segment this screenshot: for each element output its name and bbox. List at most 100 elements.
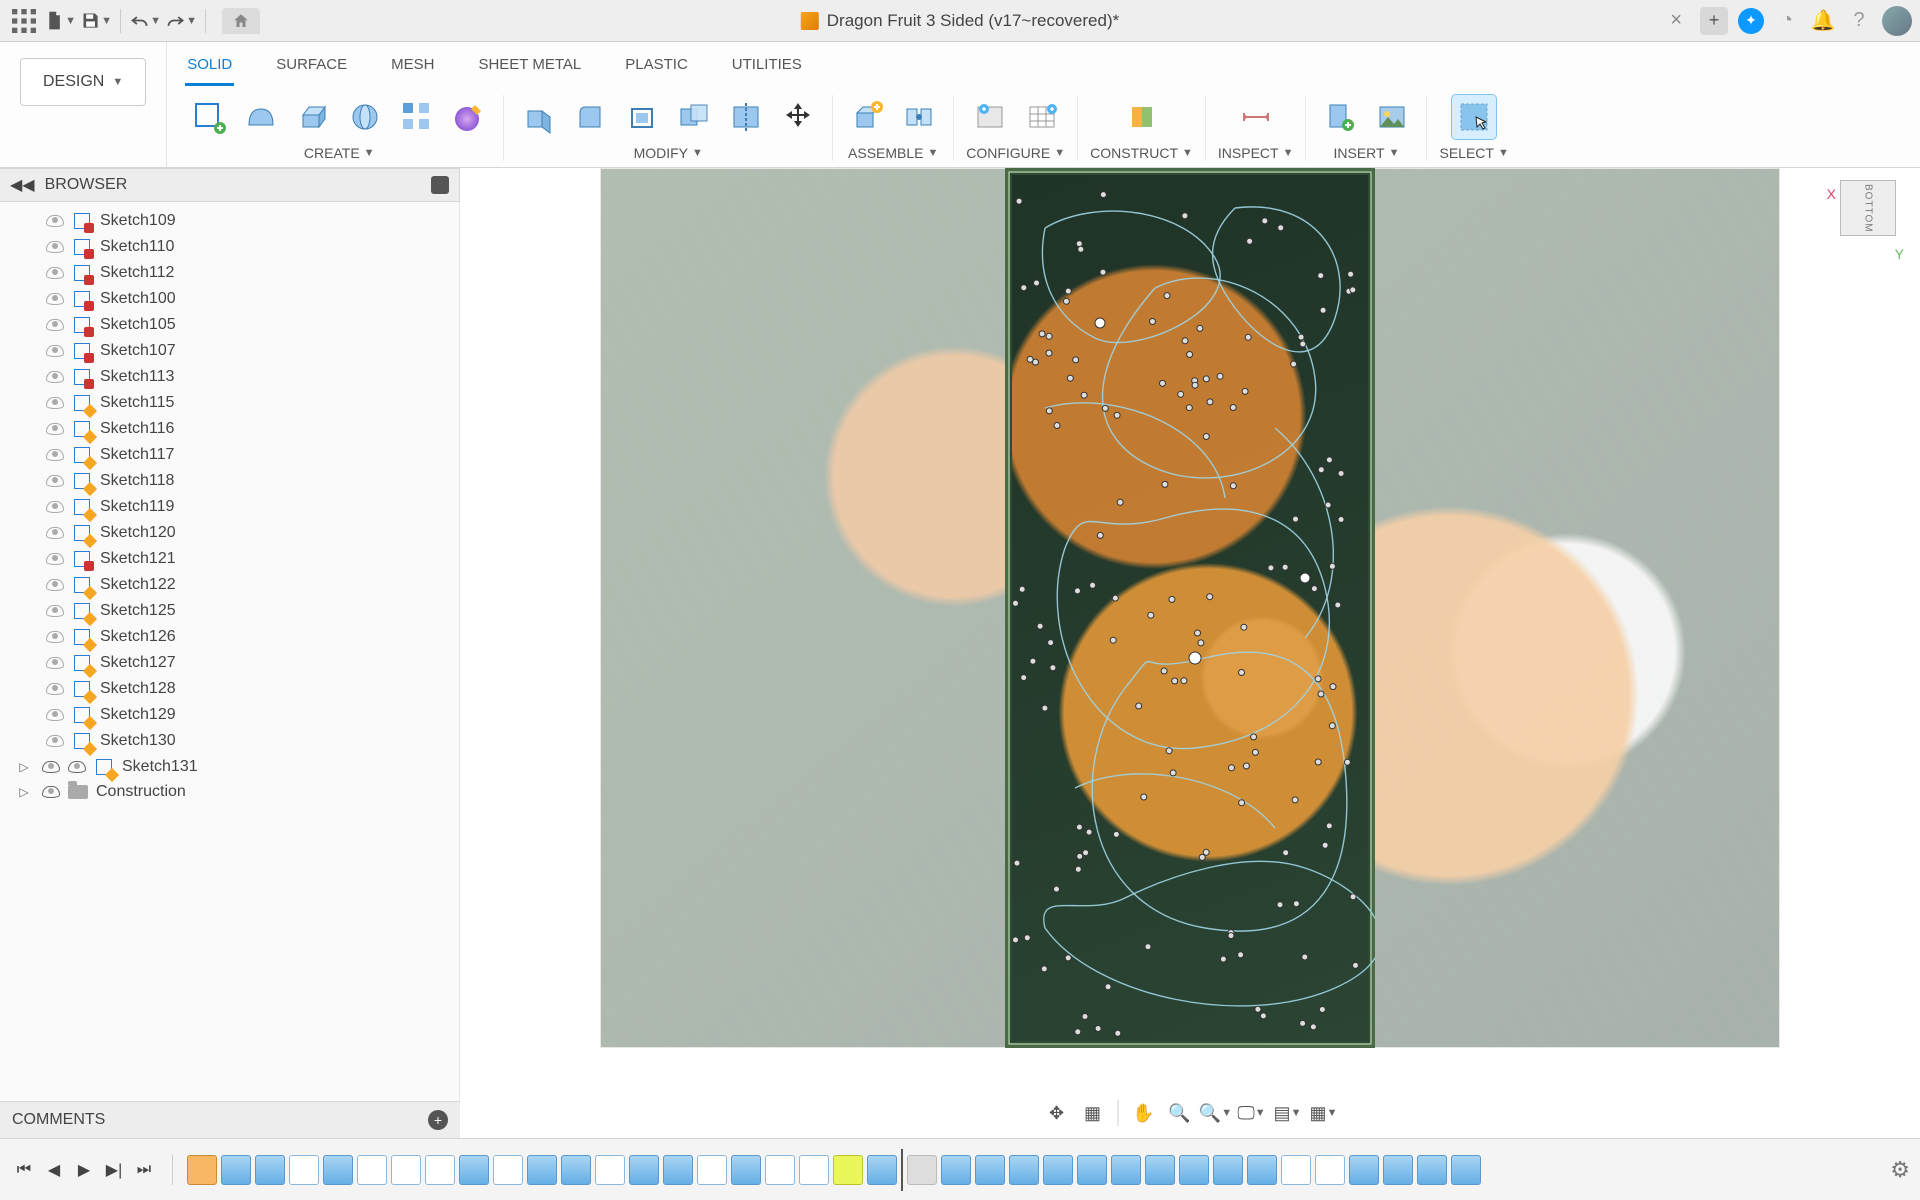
shell-icon[interactable] <box>620 95 664 139</box>
timeline-marker[interactable] <box>901 1149 903 1191</box>
create-form-icon[interactable] <box>239 95 283 139</box>
timeline-feature[interactable] <box>1009 1155 1039 1185</box>
tree-expander-icon[interactable]: ▷ <box>18 785 30 799</box>
pan-icon[interactable]: ✋ <box>1129 1100 1159 1126</box>
timeline-feature[interactable] <box>1383 1155 1413 1185</box>
visibility-toggle-icon[interactable] <box>46 735 64 747</box>
timeline-feature[interactable] <box>731 1155 761 1185</box>
tree-item-sketch[interactable]: Sketch119 <box>40 494 457 520</box>
browser-tree[interactable]: Sketch109Sketch110Sketch112Sketch100Sket… <box>0 202 460 1101</box>
visibility-toggle-icon[interactable] <box>46 605 64 617</box>
config-icon[interactable] <box>968 95 1012 139</box>
timeline-feature[interactable] <box>1349 1155 1379 1185</box>
timeline-feature[interactable] <box>1111 1155 1141 1185</box>
new-tab-button[interactable]: + <box>1700 7 1728 35</box>
timeline-feature[interactable] <box>975 1155 1005 1185</box>
tree-item-sketch[interactable]: Sketch116 <box>40 416 457 442</box>
help-icon[interactable]: ? <box>1846 8 1872 34</box>
config-table-icon[interactable] <box>1020 95 1064 139</box>
timeline-feature[interactable] <box>527 1155 557 1185</box>
timeline-feature[interactable] <box>1077 1155 1107 1185</box>
look-at-icon[interactable]: ▦ <box>1078 1100 1108 1126</box>
visibility-toggle-icon[interactable] <box>42 761 60 773</box>
timeline-feature[interactable] <box>595 1155 625 1185</box>
visibility-toggle-icon[interactable] <box>46 553 64 565</box>
tab-plastic[interactable]: PLASTIC <box>623 52 690 86</box>
viewcube-face[interactable]: BOTTOM <box>1840 180 1896 236</box>
app-grid-icon[interactable] <box>8 5 40 37</box>
visibility-toggle-icon[interactable] <box>46 267 64 279</box>
tree-item-sketch[interactable]: Sketch125 <box>40 598 457 624</box>
tree-item-sketch[interactable]: Sketch118 <box>40 468 457 494</box>
timeline-play-icon[interactable]: ▶ <box>70 1156 98 1184</box>
visibility-toggle-icon[interactable] <box>46 319 64 331</box>
timeline-feature[interactable] <box>1043 1155 1073 1185</box>
visibility-toggle-icon[interactable] <box>46 527 64 539</box>
orbit-icon[interactable]: ✥ <box>1042 1100 1072 1126</box>
timeline-feature[interactable] <box>867 1155 897 1185</box>
zoom-icon[interactable]: 🔍 <box>1165 1100 1195 1126</box>
timeline-feature[interactable] <box>289 1155 319 1185</box>
timeline-feature[interactable] <box>1451 1155 1481 1185</box>
timeline-feature[interactable] <box>357 1155 387 1185</box>
file-menu-icon[interactable]: ▼ <box>44 5 76 37</box>
tree-item-sketch[interactable]: Sketch120 <box>40 520 457 546</box>
visibility-toggle-icon[interactable] <box>46 683 64 695</box>
measure-icon[interactable] <box>1234 95 1278 139</box>
display-settings-icon[interactable]: 🖵▼ <box>1237 1100 1267 1126</box>
timeline-feature[interactable] <box>833 1155 863 1185</box>
timeline-feature[interactable] <box>697 1155 727 1185</box>
tree-item-sketch[interactable]: Sketch126 <box>40 624 457 650</box>
timeline-feature[interactable] <box>1179 1155 1209 1185</box>
visibility-toggle-icon[interactable] <box>46 215 64 227</box>
timeline-items[interactable] <box>187 1149 1882 1191</box>
tab-mesh[interactable]: MESH <box>389 52 436 86</box>
redo-icon[interactable]: ▼ <box>165 5 197 37</box>
visibility-toggle-icon[interactable] <box>46 709 64 721</box>
tree-item-sketch[interactable]: Sketch121 <box>40 546 457 572</box>
timeline-feature[interactable] <box>391 1155 421 1185</box>
tree-item-folder[interactable]: ▷Construction <box>40 780 457 804</box>
timeline-step-back-icon[interactable]: ◀ <box>40 1156 68 1184</box>
split-icon[interactable] <box>724 95 768 139</box>
timeline-feature[interactable] <box>1145 1155 1175 1185</box>
tree-item-sketch[interactable]: Sketch127 <box>40 650 457 676</box>
timeline-feature[interactable] <box>1281 1155 1311 1185</box>
tree-item-sketch[interactable]: Sketch117 <box>40 442 457 468</box>
tree-item-sketch[interactable]: Sketch107 <box>40 338 457 364</box>
joint-icon[interactable] <box>897 95 941 139</box>
tree-item-sketch[interactable]: ▷Sketch131 <box>40 754 457 780</box>
tree-item-sketch[interactable]: Sketch113 <box>40 364 457 390</box>
canvas[interactable]: X BOTTOM Y ✥ ▦ ✋ 🔍 🔍▼ 🖵▼ ▤▼ ▦▼ <box>460 168 1920 1138</box>
visibility-toggle-icon[interactable] <box>46 579 64 591</box>
timeline-feature[interactable] <box>221 1155 251 1185</box>
save-icon[interactable]: ▼ <box>80 5 112 37</box>
visibility-toggle-icon[interactable] <box>46 475 64 487</box>
visibility-toggle-icon[interactable] <box>46 241 64 253</box>
timeline-step-fwd-icon[interactable]: ▶| <box>100 1156 128 1184</box>
browser-collapse-icon[interactable]: ◀◀ <box>10 175 35 195</box>
tree-expander-icon[interactable]: ▷ <box>18 760 30 774</box>
viewcube[interactable]: X BOTTOM Y <box>1840 180 1902 242</box>
timeline-feature[interactable] <box>255 1155 285 1185</box>
tree-item-sketch[interactable]: Sketch129 <box>40 702 457 728</box>
notifications-icon[interactable]: 🔔 <box>1810 8 1836 34</box>
timeline-feature[interactable] <box>1417 1155 1447 1185</box>
tree-item-sketch[interactable]: Sketch110 <box>40 234 457 260</box>
visibility-toggle-icon[interactable] <box>46 345 64 357</box>
extrude-icon[interactable] <box>291 95 335 139</box>
close-tab-icon[interactable]: × <box>1662 5 1690 36</box>
fillet-icon[interactable] <box>568 95 612 139</box>
construct-plane-icon[interactable] <box>1120 95 1164 139</box>
timeline-feature[interactable] <box>561 1155 591 1185</box>
timeline-feature[interactable] <box>425 1155 455 1185</box>
timeline-feature[interactable] <box>323 1155 353 1185</box>
tab-surface[interactable]: SURFACE <box>274 52 349 86</box>
timeline-feature[interactable] <box>1315 1155 1345 1185</box>
timeline-settings-icon[interactable]: ⚙ <box>1890 1157 1910 1183</box>
comments-panel-header[interactable]: COMMENTS + <box>0 1101 460 1138</box>
zoom-window-icon[interactable]: 🔍▼ <box>1201 1100 1231 1126</box>
timeline-feature[interactable] <box>1213 1155 1243 1185</box>
visibility-toggle-icon[interactable] <box>68 761 86 773</box>
visibility-toggle-icon[interactable] <box>46 657 64 669</box>
